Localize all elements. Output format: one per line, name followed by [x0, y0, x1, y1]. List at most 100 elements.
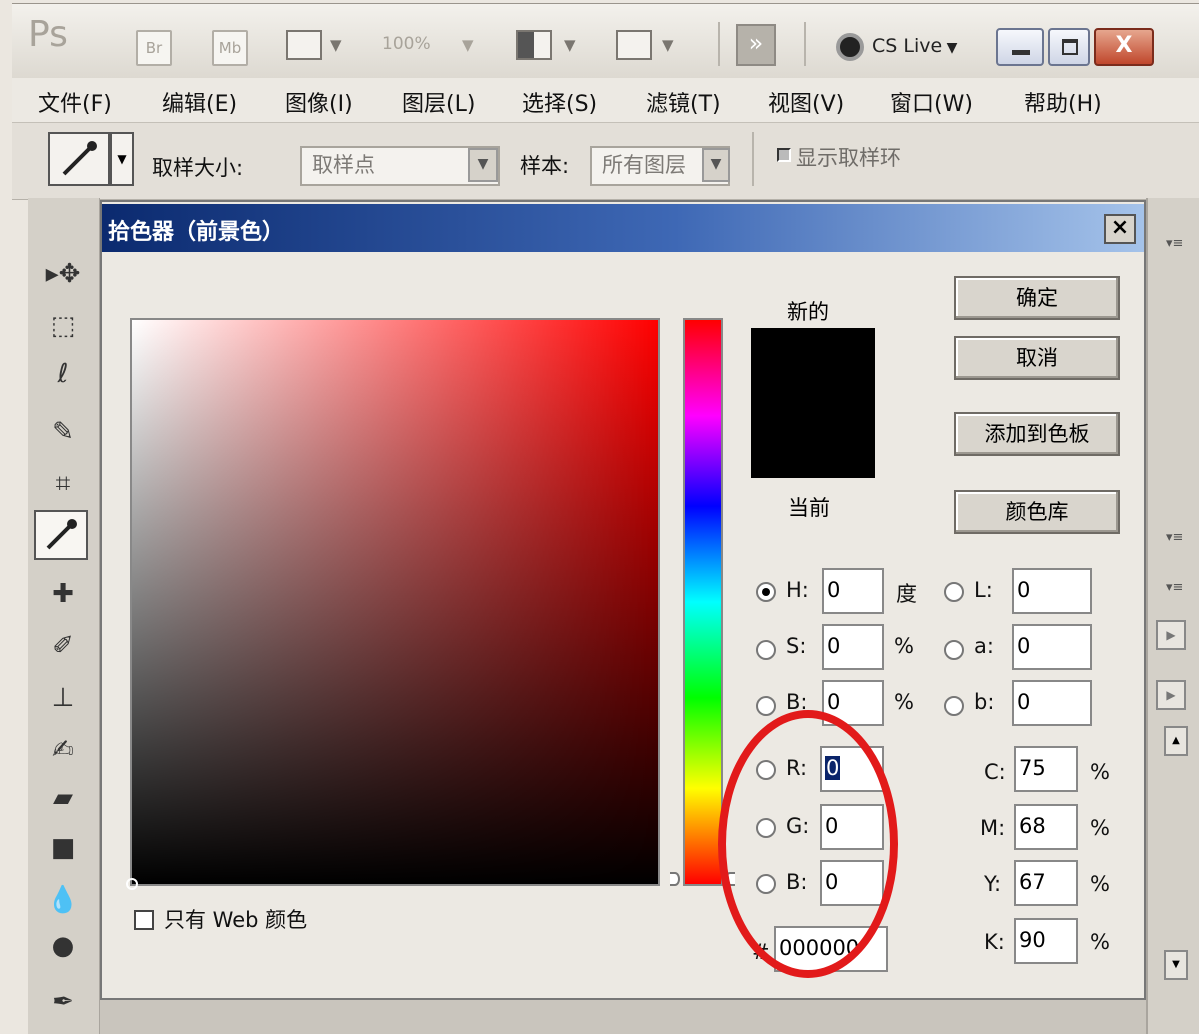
dodge-tool-icon[interactable]: ● [38, 924, 88, 968]
hue-slider-left-arrow[interactable] [670, 872, 680, 886]
menu-view[interactable]: 视图(V) [768, 86, 844, 118]
m-value: 68 [1019, 814, 1046, 838]
k-label: K: [984, 930, 1005, 954]
lab-b-label: b: [974, 690, 995, 714]
h-unit: 度 [896, 582, 917, 606]
eyedropper-preset-icon[interactable] [48, 132, 110, 186]
h-value: 0 [827, 578, 841, 602]
photoshop-logo: Ps [28, 14, 68, 55]
color-libraries-label: 颜色库 [1005, 500, 1069, 524]
menu-help[interactable]: 帮助(H) [1024, 86, 1102, 118]
clone-stamp-tool-icon[interactable]: ⊥ [38, 676, 88, 720]
scroll-up-icon[interactable]: ▲ [1164, 726, 1188, 756]
arrange-documents-icon[interactable] [516, 30, 552, 60]
lab-b-radio[interactable] [944, 696, 964, 716]
minimize-button[interactable] [996, 28, 1044, 66]
color-preview-swatch [751, 328, 875, 478]
chevron-down-icon: ▼ [330, 36, 342, 54]
a-input[interactable]: 0 [1012, 624, 1092, 670]
h-radio[interactable] [756, 582, 776, 602]
maximize-button[interactable] [1048, 28, 1090, 66]
zoom-level[interactable]: 100% [382, 34, 431, 54]
menu-filter[interactable]: 滤镜(T) [646, 86, 721, 118]
panel-menu-icon[interactable]: ▾≡ [1166, 530, 1183, 545]
panel-menu-icon[interactable]: ▾≡ [1166, 236, 1183, 251]
s-input[interactable]: 0 [822, 624, 884, 670]
menu-window[interactable]: 窗口(W) [890, 86, 973, 118]
cancel-button[interactable]: 取消 [954, 336, 1120, 380]
minimize-icon [1012, 50, 1030, 55]
web-colors-checkbox[interactable] [134, 910, 154, 930]
h-input[interactable]: 0 [822, 568, 884, 614]
m-input[interactable]: 68 [1014, 804, 1078, 850]
sample-size-value: 取样点 [312, 153, 375, 177]
pen-tool-icon[interactable]: ✒ [38, 980, 88, 1024]
b-unit: % [894, 690, 914, 714]
sample-label: 样本: [520, 154, 570, 178]
b-radio[interactable] [756, 696, 776, 716]
dialog-title: 拾色器（前景色） [108, 220, 285, 245]
screen-mode-icon[interactable] [616, 30, 652, 60]
maximize-icon [1062, 39, 1078, 55]
mini-bridge-label: Mb [218, 39, 242, 57]
k-unit: % [1090, 930, 1110, 954]
close-icon: X [1115, 33, 1133, 58]
move-tool-icon[interactable]: ▸✥ [38, 252, 88, 296]
play-icon[interactable]: ▶ [1156, 620, 1186, 650]
current-color-label: 当前 [788, 496, 830, 520]
mini-bridge-button[interactable]: Mb [212, 30, 248, 66]
expand-icon[interactable]: » [736, 24, 776, 66]
hue-slider[interactable] [683, 318, 723, 886]
add-to-swatches-button[interactable]: 添加到色板 [954, 412, 1120, 456]
l-input[interactable]: 0 [1012, 568, 1092, 614]
divider [718, 22, 720, 66]
window-close-button[interactable]: X [1094, 28, 1154, 66]
chevron-down-icon: ▼ [702, 148, 730, 182]
s-radio[interactable] [756, 640, 776, 660]
quick-select-tool-icon[interactable]: ✎ [38, 410, 88, 454]
s-label: S: [786, 634, 807, 658]
l-radio[interactable] [944, 582, 964, 602]
chevron-down-icon[interactable]: ▼ [110, 132, 134, 186]
chevron-down-icon: ▼ [468, 148, 498, 182]
menu-select[interactable]: 选择(S) [522, 86, 597, 118]
history-brush-tool-icon[interactable]: ✍ [38, 728, 88, 772]
bridge-label: Br [145, 39, 163, 57]
new-color-label: 新的 [787, 300, 829, 324]
crop-tool-icon[interactable]: ⌗ [38, 462, 88, 506]
gradient-tool-icon[interactable]: ■ [38, 826, 88, 870]
brush-tool-icon[interactable]: ✐ [38, 624, 88, 668]
lab-b-input[interactable]: 0 [1012, 680, 1092, 726]
scroll-down-icon[interactable]: ▼ [1164, 950, 1188, 980]
color-field[interactable] [126, 318, 660, 890]
play-icon[interactable]: ▶ [1156, 680, 1186, 710]
s-unit: % [894, 634, 914, 658]
cs-live-menu[interactable]: CS Live ▼ [872, 35, 957, 57]
ok-button[interactable]: 确定 [954, 276, 1120, 320]
menu-edit[interactable]: 编辑(E) [162, 86, 237, 118]
menu-file[interactable]: 文件(F) [38, 86, 112, 118]
menu-layer[interactable]: 图层(L) [402, 86, 475, 118]
a-radio[interactable] [944, 640, 964, 660]
b-value: 0 [827, 690, 841, 714]
panel-menu-icon[interactable]: ▾≡ [1166, 580, 1183, 595]
marquee-tool-icon[interactable]: ⬚ [38, 304, 88, 348]
eraser-tool-icon[interactable]: ▰ [38, 776, 88, 820]
chevron-down-icon: ▼ [462, 36, 474, 54]
color-libraries-button[interactable]: 颜色库 [954, 490, 1120, 534]
lasso-tool-icon[interactable]: ℓ [38, 352, 88, 396]
c-input[interactable]: 75 [1014, 746, 1078, 792]
show-ring-checkbox[interactable] [777, 148, 791, 162]
eyedropper-tool-icon[interactable] [34, 510, 88, 560]
healing-brush-tool-icon[interactable]: ✚ [38, 572, 88, 616]
dialog-close-button[interactable]: × [1104, 214, 1136, 244]
extras-icon[interactable] [286, 30, 322, 60]
panel-dock [1146, 198, 1199, 1034]
blur-tool-icon[interactable]: 💧 [38, 878, 88, 922]
k-input[interactable]: 90 [1014, 918, 1078, 964]
y-input[interactable]: 67 [1014, 860, 1078, 906]
a-label: a: [974, 634, 994, 658]
c-value: 75 [1019, 756, 1046, 780]
bridge-button[interactable]: Br [136, 30, 172, 66]
menu-image[interactable]: 图像(I) [285, 86, 353, 118]
